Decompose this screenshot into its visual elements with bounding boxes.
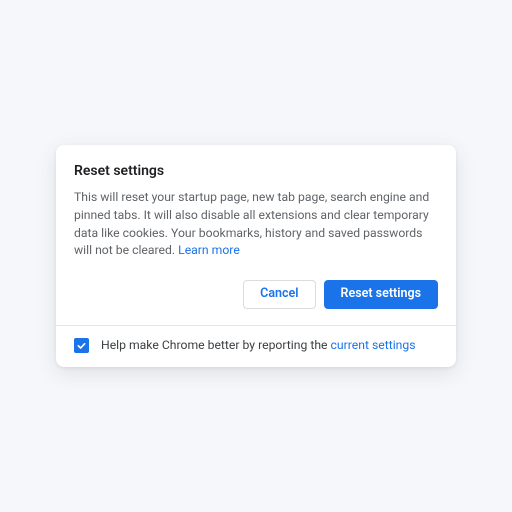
dialog-actions: Cancel Reset settings — [74, 280, 438, 309]
reset-settings-button[interactable]: Reset settings — [324, 280, 438, 309]
footer-text-prefix: Help make Chrome better by reporting the — [101, 338, 331, 352]
check-icon — [76, 340, 87, 351]
dialog-title: Reset settings — [74, 163, 438, 179]
dialog-body: This will reset your startup page, new t… — [74, 189, 438, 260]
reset-settings-dialog: Reset settings This will reset your star… — [56, 145, 456, 366]
cancel-button[interactable]: Cancel — [243, 280, 315, 309]
dialog-body-text: This will reset your startup page, new t… — [74, 190, 429, 257]
footer-text: Help make Chrome better by reporting the… — [101, 338, 416, 352]
learn-more-link[interactable]: Learn more — [178, 243, 240, 257]
dialog-main: Reset settings This will reset your star… — [56, 145, 456, 324]
dialog-footer: Help make Chrome better by reporting the… — [56, 326, 456, 367]
report-settings-checkbox[interactable] — [74, 338, 89, 353]
current-settings-link[interactable]: current settings — [331, 338, 416, 352]
